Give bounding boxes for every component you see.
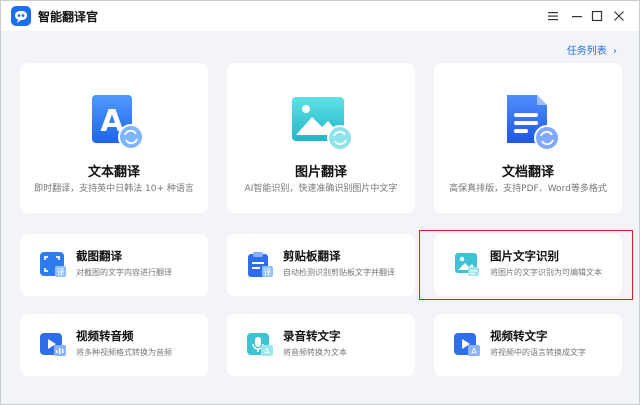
card-title: 录音转文字 <box>283 329 341 343</box>
card-desc: 自动检测识别剪贴板文字并翻译 <box>283 268 395 277</box>
close-icon <box>614 11 624 21</box>
screenshot-translate-card[interactable]: 译 截图翻译 对截图的文字内容进行翻译 <box>20 234 208 296</box>
audio-to-text-card[interactable]: A 录音转文字 将音频转换为文本 <box>227 314 415 376</box>
image-text-recognition-icon <box>455 253 479 276</box>
svg-text:A: A <box>471 347 477 356</box>
task-list-label: 任务列表 <box>566 46 607 57</box>
menu-icon <box>548 12 558 21</box>
card-desc: 即时翻译，支持英中日韩法 10+ 种语言 <box>34 184 194 194</box>
chevron-right-icon: › <box>613 46 617 57</box>
title-bar: 智能翻译官 <box>1 1 639 31</box>
app-title: 智能翻译官 <box>38 10 99 24</box>
minimize-button[interactable] <box>566 5 588 27</box>
task-list-link[interactable]: 任务列表 › <box>567 42 617 57</box>
video-to-text-icon: A <box>454 333 480 356</box>
card-title: 文本翻译 <box>87 165 140 180</box>
svg-text:译: 译 <box>57 268 65 277</box>
video-to-text-card[interactable]: A 视频转文字 将视频中的语言转换成文字 <box>434 314 622 376</box>
card-title: 文档翻译 <box>501 165 554 180</box>
screenshot-translate-icon: 译 <box>40 252 66 277</box>
minimize-icon <box>572 16 582 18</box>
video-to-audio-icon <box>40 333 66 356</box>
card-title: 截图翻译 <box>76 249 122 263</box>
svg-text:A: A <box>264 347 270 356</box>
clipboard-translate-card[interactable]: 译 剪贴板翻译 自动检测识别剪贴板文字并翻译 <box>227 234 415 296</box>
document-translate-icon <box>507 95 560 151</box>
maximize-button[interactable] <box>586 5 608 27</box>
card-title: 视频转音频 <box>76 329 134 343</box>
card-desc: 高保真排版，支持PDF、Word等多格式 <box>449 184 607 194</box>
card-desc: 对截图的文字内容进行翻译 <box>76 268 172 277</box>
card-title: 图片文字识别 <box>490 249 559 263</box>
card-desc: 将视频中的语言转换成文字 <box>490 348 586 357</box>
svg-text:译: 译 <box>264 268 272 277</box>
card-title: 图片翻译 <box>294 165 347 180</box>
maximize-icon <box>591 10 603 22</box>
close-button[interactable] <box>608 5 630 27</box>
card-title: 剪贴板翻译 <box>283 249 341 263</box>
card-desc: AI智能识别，快速准确识别图片中文字 <box>244 184 398 194</box>
document-translate-card[interactable]: 文档翻译 高保真排版，支持PDF、Word等多格式 <box>434 63 622 213</box>
card-desc: 将音频转换为文本 <box>283 348 347 357</box>
microphone-icon: A <box>247 333 273 356</box>
card-title: 视频转文字 <box>490 329 548 343</box>
image-translate-card[interactable]: 图片翻译 AI智能识别，快速准确识别图片中文字 <box>227 63 415 213</box>
menu-button[interactable] <box>542 5 564 27</box>
app-window: 智能翻译官 任务列表 › A 文本翻译 即时翻译，支持英中日韩法 10+ 种语言… <box>0 0 640 405</box>
card-desc: 将多种视频格式转换为音频 <box>76 348 172 357</box>
image-text-recognition-card[interactable]: 图片文字识别 将图片的文字识别为可编辑文本 <box>434 234 622 296</box>
card-desc: 将图片的文字识别为可编辑文本 <box>490 268 602 277</box>
text-translate-icon: A <box>92 95 144 150</box>
clipboard-translate-icon: 译 <box>248 252 273 277</box>
video-to-audio-card[interactable]: 视频转音频 将多种视频格式转换为音频 <box>20 314 208 376</box>
text-translate-card[interactable]: A 文本翻译 即时翻译，支持英中日韩法 10+ 种语言 <box>20 63 208 213</box>
app-logo-icon <box>11 6 31 26</box>
image-translate-icon <box>292 97 353 151</box>
